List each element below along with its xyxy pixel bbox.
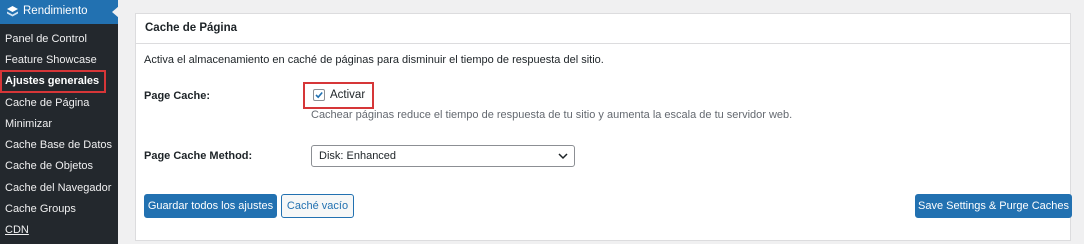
save-all-settings-button[interactable]: Guardar todos los ajustes <box>144 194 277 218</box>
admin-sidebar: Rendimiento Panel de Control Feature Sho… <box>0 0 119 244</box>
sidebar-item-cache-de-objetos[interactable]: Cache de Objetos <box>5 160 93 172</box>
checkbox-highlight-box <box>303 82 374 109</box>
sidebar-menu-rendimiento[interactable]: Rendimiento <box>0 0 119 24</box>
sidebar-highlight-box <box>0 70 106 93</box>
sidebar-item-cache-de-pagina[interactable]: Cache de Página <box>5 97 89 109</box>
page-cache-method-select[interactable]: Disk: Enhanced <box>311 145 575 167</box>
sidebar-item-cdn[interactable]: CDN <box>5 224 29 236</box>
page-cache-label: Page Cache: <box>144 90 211 102</box>
panel-header: Cache de Página <box>136 14 1070 44</box>
sidebar-item-panel-de-control[interactable]: Panel de Control <box>5 33 87 45</box>
select-value: Disk: Enhanced <box>319 150 397 162</box>
panel-description: Activa el almacenamiento en caché de pág… <box>144 54 604 66</box>
performance-icon <box>6 5 19 18</box>
page-cache-help-text: Cachear páginas reduce el tiempo de resp… <box>311 109 793 121</box>
sidebar-item-cache-del-navegador[interactable]: Cache del Navegador <box>5 182 111 194</box>
panel-title: Cache de Página <box>145 22 238 34</box>
sidebar-header-label: Rendimiento <box>23 5 88 17</box>
sidebar-item-cache-groups[interactable]: Cache Groups <box>5 203 76 215</box>
sidebar-item-cache-base-de-datos[interactable]: Cache Base de Datos <box>5 139 112 151</box>
save-settings-purge-caches-button[interactable]: Save Settings & Purge Caches <box>915 194 1072 218</box>
sidebar-item-minimizar[interactable]: Minimizar <box>5 118 52 130</box>
page-cache-method-label: Page Cache Method: <box>144 150 253 162</box>
empty-cache-button[interactable]: Caché vacío <box>281 194 354 218</box>
sidebar-item-feature-showcase[interactable]: Feature Showcase <box>5 54 97 66</box>
current-menu-arrow <box>112 6 119 18</box>
